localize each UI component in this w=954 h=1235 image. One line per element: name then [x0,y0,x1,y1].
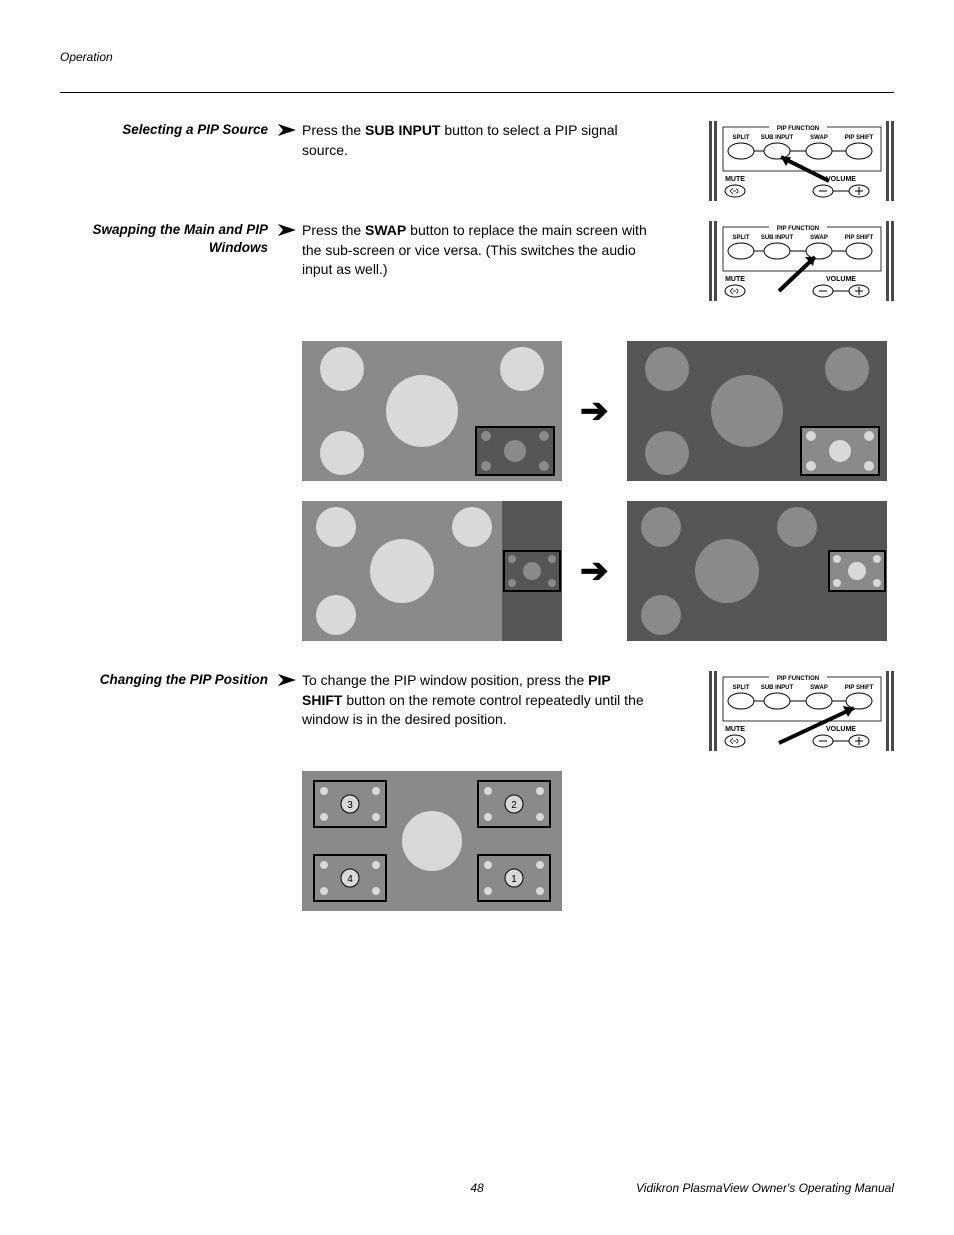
svg-text:MUTE: MUTE [725,276,745,283]
svg-text:VOLUME: VOLUME [826,276,856,283]
page-footer: 48 Vidikron PlasmaView Owner's Operating… [60,1181,894,1195]
heading-pip-position: Changing the PIP Position [60,671,278,751]
svg-text:SWAP: SWAP [810,135,828,141]
diagram-swap-inline: ➔ [302,341,894,481]
svg-text:PIP FUNCTION: PIP FUNCTION [777,226,819,232]
manual-title: Vidikron PlasmaView Owner's Operating Ma… [636,1181,894,1195]
txt: To change the PIP window position, press… [302,672,588,688]
txt-bold: SUB INPUT [365,122,440,138]
body-select-pip: Press the SUB INPUT button to select a P… [302,121,662,201]
svg-text:VOLUME: VOLUME [826,176,856,183]
svg-text:4: 4 [347,874,353,885]
diagram-pip-positions: 3 2 4 1 [302,771,894,911]
txt: Press the [302,222,365,238]
pip-after-inline [627,341,887,481]
txt-bold: SWAP [365,222,406,238]
row-swap-windows: Swapping the Main and PIP Windows Press … [60,221,894,301]
svg-text:3: 3 [347,800,353,811]
diagram-swap-split: ➔ [302,501,894,641]
svg-text:PIP FUNCTION: PIP FUNCTION [777,126,819,132]
arrow-right-icon: ➔ [580,391,609,431]
svg-text:1: 1 [511,874,517,885]
svg-text:PIP SHIFT: PIP SHIFT [845,685,874,691]
split-before [302,501,562,641]
divider [60,92,894,93]
svg-text:SWAP: SWAP [810,235,828,241]
svg-text:SPLIT: SPLIT [732,685,749,691]
svg-text:PIP FUNCTION: PIP FUNCTION [777,676,819,682]
svg-text:VOLUME: VOLUME [826,726,856,733]
row-pip-position: Changing the PIP Position To change the … [60,671,894,751]
remote-panel-swap: PIP FUNCTION SPLIT SUB INPUT SWAP PIP SH… [709,221,894,301]
arrowhead-icon [278,221,302,301]
svg-text:SUB INPUT: SUB INPUT [761,135,794,141]
body-pip-position: To change the PIP window position, press… [302,671,662,751]
svg-text:SPLIT: SPLIT [732,135,749,141]
svg-text:PIP SHIFT: PIP SHIFT [845,235,874,241]
section-header: Operation [60,50,894,64]
txt: button on the remote control repeatedly … [302,692,644,728]
svg-text:SUB INPUT: SUB INPUT [761,235,794,241]
pip-before-inline [302,341,562,481]
svg-text:PIP SHIFT: PIP SHIFT [845,135,874,141]
heading-select-pip: Selecting a PIP Source [60,121,278,201]
arrowhead-icon [278,671,302,751]
page-number: 48 [470,1181,483,1195]
arrowhead-icon [278,121,302,201]
remote-panel-subinput: PIP FUNCTION SPLIT SUB INPUT SWAP PIP SH… [709,121,894,201]
svg-text:SUB INPUT: SUB INPUT [761,685,794,691]
svg-text:SWAP: SWAP [810,685,828,691]
svg-text:2: 2 [511,800,517,811]
arrow-right-icon: ➔ [580,551,609,591]
svg-text:SPLIT: SPLIT [732,235,749,241]
svg-text:MUTE: MUTE [725,176,745,183]
split-after [627,501,887,641]
heading-swap: Swapping the Main and PIP Windows [60,221,278,301]
row-select-pip-source: Selecting a PIP Source Press the SUB INP… [60,121,894,201]
body-swap: Press the SWAP button to replace the mai… [302,221,662,301]
txt: Press the [302,122,365,138]
svg-text:MUTE: MUTE [725,726,745,733]
remote-panel-pipshift: PIP FUNCTION SPLIT SUB INPUT SWAP PIP SH… [709,671,894,751]
